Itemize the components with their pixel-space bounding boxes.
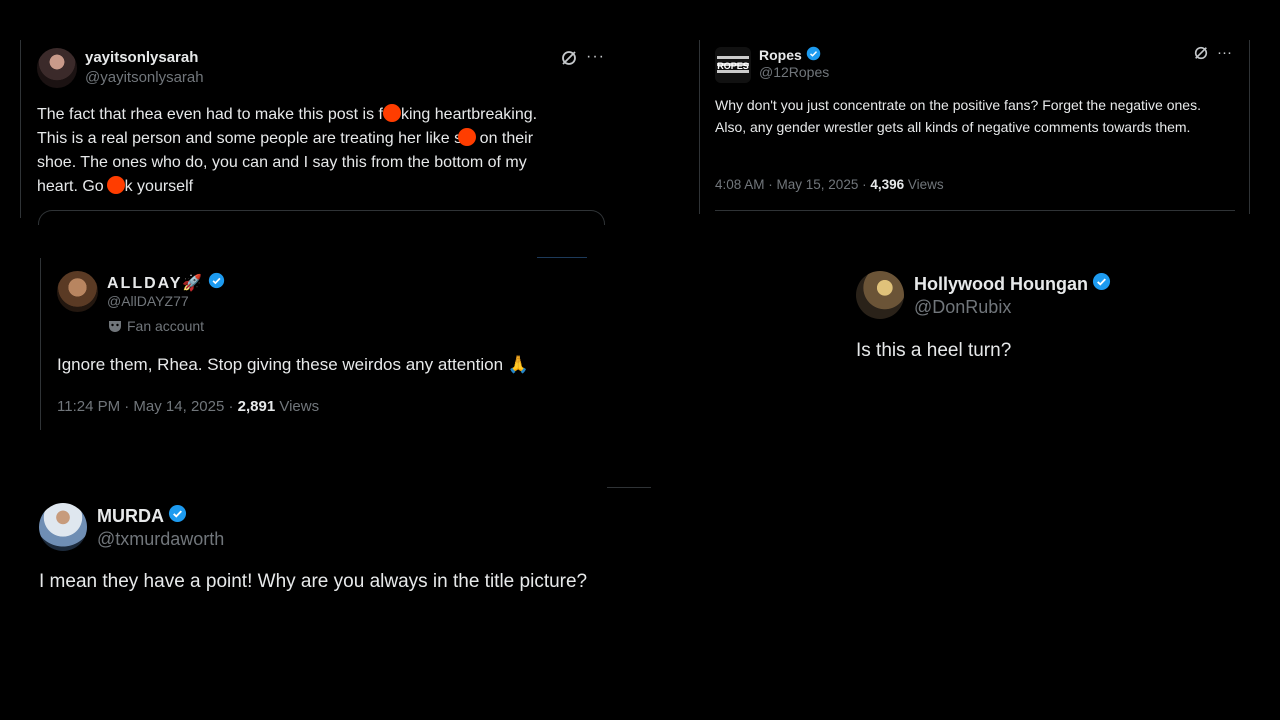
tweet-text: Ignore them, Rhea. Stop giving these wei… xyxy=(57,355,529,374)
text-line: on their xyxy=(479,130,534,147)
username[interactable]: @AllDAYZ77 xyxy=(107,293,189,309)
display-name[interactable]: ALLDAY🚀 xyxy=(107,272,225,294)
text-line: The fact that rhea even had to make this… xyxy=(37,106,383,123)
views-label: Views xyxy=(904,177,944,192)
tweet-text: Is this a heel turn? xyxy=(856,340,1012,361)
tweet-meta: 11:24 PM · May 14, 2025 · 2,891 Views xyxy=(57,398,319,415)
mask-icon xyxy=(108,319,122,336)
tweet-meta: 4:08 AM · May 15, 2025 · 4,396 Views xyxy=(715,177,944,192)
display-name-text: ALLDAY🚀 xyxy=(107,275,205,292)
view-count: 4,396 xyxy=(870,177,905,192)
display-name[interactable]: yayitsonlysarah xyxy=(85,49,198,66)
more-icon[interactable]: ··· xyxy=(586,48,605,66)
username[interactable]: @txmurdaworth xyxy=(97,529,224,550)
display-name-text: Hollywood Houngan xyxy=(914,273,1088,294)
username[interactable]: @yayitsonlysarah xyxy=(85,69,204,86)
text-line: heart. Go f xyxy=(37,178,113,195)
verified-badge-icon xyxy=(806,46,821,64)
redaction-dot xyxy=(106,176,125,194)
avatar[interactable] xyxy=(856,271,904,319)
avatar[interactable] xyxy=(39,503,87,551)
tweet-text: Why don't you just concentrate on the po… xyxy=(715,97,1201,135)
avatar[interactable]: ROPES xyxy=(715,47,751,83)
verified-badge-icon xyxy=(1092,272,1111,296)
tweet-card-murda[interactable]: MURDA @txmurdaworth I mean they have a p… xyxy=(39,487,659,607)
display-name-text: MURDA xyxy=(97,505,164,526)
verified-badge-icon xyxy=(168,504,187,528)
view-count: 2,891 xyxy=(237,398,276,415)
text-line: This is a real person and some people ar… xyxy=(37,130,466,147)
divider xyxy=(1249,40,1250,214)
tweet-card-allday[interactable]: ALLDAY🚀 @AllDAYZ77 Fan account Ignore th… xyxy=(40,257,620,433)
divider xyxy=(40,258,41,430)
divider xyxy=(715,210,1235,211)
quoted-card-edge xyxy=(38,210,605,225)
display-name[interactable]: Ropes xyxy=(759,46,821,64)
text-line: shoe. The ones who do, you can and I say… xyxy=(37,154,527,171)
more-icon[interactable]: ··· xyxy=(1217,44,1232,61)
timestamp[interactable]: 4:08 AM · May 15, 2025 · xyxy=(715,177,870,192)
redaction-dot xyxy=(457,128,476,146)
display-name[interactable]: MURDA xyxy=(97,504,187,528)
divider xyxy=(20,40,21,218)
username[interactable]: @12Ropes xyxy=(759,64,829,80)
svg-text:ROPES: ROPES xyxy=(717,61,749,71)
tweet-card-ropes[interactable]: ROPES Ropes @12Ropes ··· Why don't you j… xyxy=(699,40,1250,215)
divider xyxy=(537,257,587,258)
text-line: k yourself xyxy=(124,178,194,195)
avatar[interactable] xyxy=(57,271,98,312)
avatar[interactable] xyxy=(37,48,77,88)
divider xyxy=(607,487,651,488)
tweet-card-sarah[interactable]: yayitsonlysarah @yayitsonlysarah ··· The… xyxy=(20,40,620,225)
grok-icon[interactable] xyxy=(1193,45,1209,61)
tweet-text: The fact that rhea even had to make this… xyxy=(37,103,607,199)
timestamp[interactable]: 11:24 PM · May 14, 2025 · xyxy=(57,398,238,415)
verified-badge-icon xyxy=(208,272,225,294)
display-name-text: Ropes xyxy=(759,47,802,63)
display-name[interactable]: Hollywood Houngan xyxy=(914,272,1111,296)
text-line: king heartbreaking. xyxy=(400,106,538,123)
divider xyxy=(699,40,700,214)
redaction-dot xyxy=(382,104,401,122)
fan-account-text: Fan account xyxy=(127,318,205,334)
fan-account-label: Fan account xyxy=(108,318,204,336)
views-label: Views xyxy=(275,398,320,415)
tweet-card-hollywood[interactable]: Hollywood Houngan @DonRubix Is this a he… xyxy=(856,268,1266,378)
username[interactable]: @DonRubix xyxy=(914,297,1011,318)
grok-icon[interactable] xyxy=(560,49,578,67)
tweet-text: I mean they have a point! Why are you al… xyxy=(39,571,588,592)
